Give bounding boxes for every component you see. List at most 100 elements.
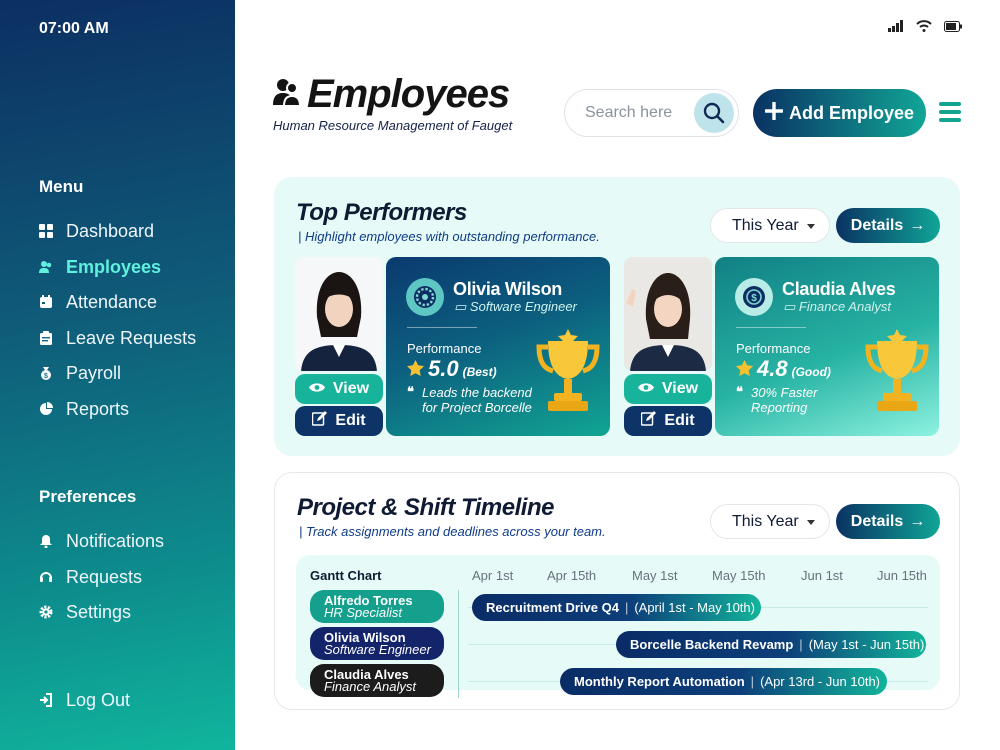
employee-photo (295, 257, 383, 371)
gantt-person[interactable]: Olivia Wilson Software Engineer (310, 627, 444, 660)
employee-photo (624, 257, 712, 371)
headset-icon (39, 570, 53, 584)
sidebar-item-dashboard[interactable]: Dashboard (39, 217, 229, 245)
sidebar-item-label: Reports (66, 398, 130, 419)
performer-role: ▭ Software Engineer (454, 299, 577, 314)
star-icon (736, 360, 753, 381)
sidebar-item-label: Payroll (66, 362, 122, 383)
money-badge-icon: $ (735, 278, 773, 316)
sidebar-item-payroll[interactable]: $ Payroll (39, 359, 229, 387)
add-employee-button[interactable]: Add Employee (753, 89, 926, 137)
svg-text:$: $ (751, 293, 757, 304)
sidebar-item-attendance[interactable]: Attendance (39, 288, 229, 316)
page-subtitle: Human Resource Management of Fauget (273, 118, 513, 133)
pie-chart-icon (39, 402, 53, 416)
clipboard-icon (39, 331, 53, 345)
gear-icon (39, 605, 53, 619)
sidebar-item-label: Employees (66, 256, 162, 277)
view-button[interactable]: View (295, 374, 383, 404)
gantt-task-bar[interactable]: Borcelle Backend Revamp | (May 1st - Jun 1… (616, 631, 926, 658)
gantt-date: Jun 15th (877, 568, 927, 583)
sidebar-item-leave-requests[interactable]: Leave Requests (39, 324, 229, 352)
performance-label: Performance (736, 341, 811, 356)
search-input[interactable]: Search here (585, 104, 694, 122)
sidebar: 07:00 AM Menu Dashboard Employees Attend… (0, 0, 235, 750)
edit-icon (312, 411, 328, 431)
details-button[interactable]: Details → (836, 504, 940, 539)
divider (736, 327, 806, 328)
performer-note: Leads the backend for Project Borcelle (422, 385, 532, 415)
details-button[interactable]: Details → (836, 208, 940, 243)
gantt-date: May 15th (712, 568, 766, 583)
view-button[interactable]: View (624, 374, 712, 404)
performance-label: Performance (407, 341, 482, 356)
sidebar-item-settings[interactable]: Settings (39, 598, 229, 626)
gantt-task-bar[interactable]: Monthly Report Automation | (Apr 13rd - Ju… (560, 668, 887, 695)
timeline-card: Project & Shift Timeline | Track assignm… (274, 472, 960, 710)
id-card-icon: ▭ (783, 299, 796, 314)
sidebar-item-label: Dashboard (66, 220, 155, 241)
search-button[interactable] (694, 93, 734, 133)
period-select[interactable]: This Year (710, 504, 830, 539)
gantt-date: May 1st (632, 568, 678, 583)
logout-label: Log Out (66, 689, 131, 710)
id-card-icon: ▭ (454, 299, 467, 314)
page-header: Employees Human Resource Management of F… (273, 72, 512, 133)
performer-name: Olivia Wilson (453, 279, 562, 299)
arrow-right-icon: → (909, 216, 926, 234)
clock: 07:00 AM (39, 20, 109, 37)
quote-icon: ❝ (736, 384, 743, 399)
page-title-text: Employees (307, 72, 510, 116)
grid-icon (39, 224, 53, 238)
edit-button[interactable]: Edit (295, 406, 383, 436)
gantt-date: Apr 1st (472, 568, 514, 583)
performance-rating: 5.0 (Best) (407, 356, 497, 382)
divider (458, 590, 459, 698)
hamburger-menu-button[interactable] (939, 102, 961, 122)
gantt-date: Apr 15th (547, 568, 597, 583)
card-subtitle: | Track assignments and deadlines across… (299, 524, 606, 539)
page-title: Employees (273, 72, 512, 117)
arrow-right-icon: → (909, 512, 926, 530)
sidebar-item-label: Attendance (66, 291, 158, 312)
top-performers-card: Top Performers | Highlight employees wit… (274, 177, 960, 456)
money-bag-icon: $ (39, 366, 53, 380)
eye-icon (308, 380, 325, 398)
gear-badge-icon (406, 278, 444, 316)
search-bar[interactable]: Search here (564, 89, 739, 137)
period-select[interactable]: This Year (710, 208, 830, 243)
svg-text:$: $ (44, 373, 48, 380)
gantt-person[interactable]: Claudia Alves Finance Analyst (310, 664, 444, 697)
wifi-icon (916, 19, 932, 37)
sidebar-item-notifications[interactable]: Notifications (39, 527, 229, 555)
gantt-date: Jun 1st (801, 568, 843, 583)
card-title: Project & Shift Timeline (297, 494, 554, 521)
trophy-icon (534, 329, 602, 420)
performance-rating: 4.8 (Good) (736, 356, 831, 382)
sidebar-item-employees[interactable]: Employees (39, 253, 229, 281)
gantt-person[interactable]: Alfredo Torres HR Specialist (310, 590, 444, 623)
eye-icon (637, 380, 654, 398)
edit-button[interactable]: Edit (624, 406, 712, 436)
star-icon (407, 360, 424, 381)
search-icon (703, 102, 725, 124)
chevron-down-icon (807, 224, 815, 229)
users-icon (39, 260, 53, 274)
performer-card[interactable]: $ Claudia Alves ▭ Finance Analyst Perfor… (715, 257, 939, 436)
trophy-icon (863, 329, 931, 420)
menu-heading: Menu (39, 177, 84, 196)
sidebar-item-label: Requests (66, 566, 143, 587)
sidebar-item-reports[interactable]: Reports (39, 395, 229, 423)
battery-icon (944, 19, 962, 37)
logout-button[interactable]: Log Out (39, 686, 229, 714)
gantt-task-bar[interactable]: Recruitment Drive Q4 | (April 1st - May 10… (472, 594, 761, 621)
sidebar-item-requests[interactable]: Requests (39, 563, 229, 591)
preferences-heading: Preferences (39, 487, 137, 506)
performer-card[interactable]: Olivia Wilson ▭ Software Engineer Perfor… (386, 257, 610, 436)
divider (407, 327, 477, 328)
signal-icon (888, 19, 904, 37)
performer-note: 30% Faster Reporting (751, 385, 818, 415)
card-title: Top Performers (296, 199, 467, 226)
card-subtitle: | Highlight employees with outstanding p… (298, 229, 600, 244)
plus-icon (764, 100, 784, 125)
